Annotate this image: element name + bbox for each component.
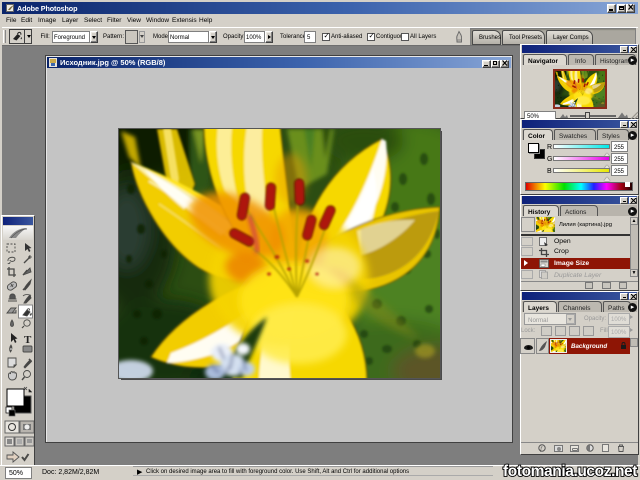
svg-text:T: T xyxy=(24,334,32,346)
